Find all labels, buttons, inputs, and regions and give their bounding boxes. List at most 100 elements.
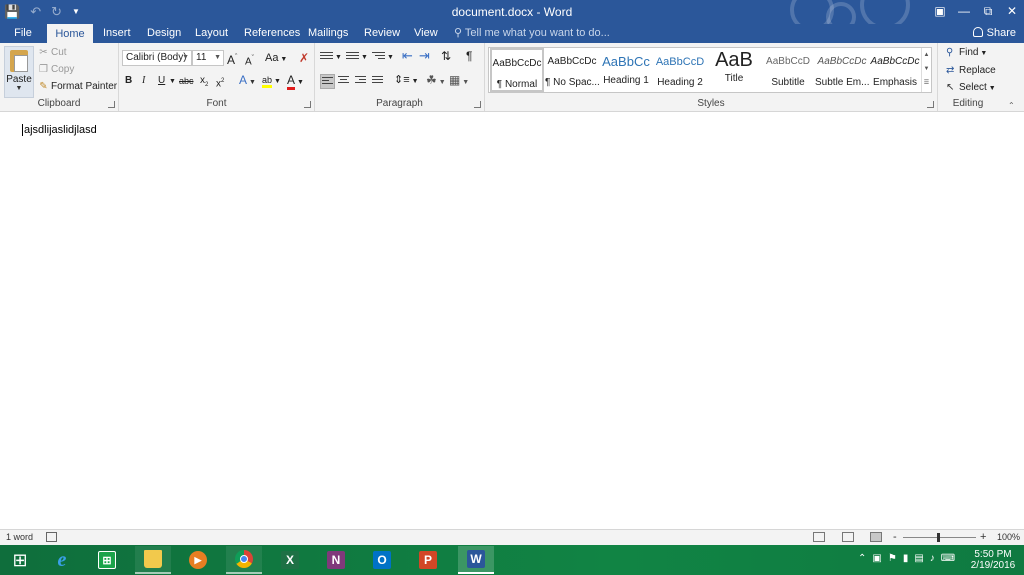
format-painter-button[interactable]: ✎ Format Painter	[38, 81, 117, 92]
style-emphasis[interactable]: AaBbCcDc Emphasis	[869, 48, 921, 92]
taskbar-word[interactable]: W	[458, 546, 494, 574]
tab-review[interactable]: Review	[364, 24, 400, 43]
align-left-icon[interactable]	[320, 74, 335, 89]
chevron-down-icon[interactable]: ▼	[361, 51, 368, 65]
cut-button[interactable]: ✂ Cut	[38, 47, 66, 58]
chevron-down-icon[interactable]: ▼	[335, 51, 342, 65]
styles-gallery-scroll[interactable]: ▲ ▼ ☰	[921, 48, 931, 92]
replace-button[interactable]: ⇄ Replace	[946, 65, 996, 76]
style-normal[interactable]: AaBbCcDc ¶ Normal	[490, 48, 544, 92]
grow-font-button[interactable]: Aˆ	[227, 51, 237, 67]
tab-mailings[interactable]: Mailings	[308, 24, 348, 43]
print-layout-icon[interactable]	[842, 532, 854, 542]
minimize-icon[interactable]: —	[952, 0, 976, 24]
tell-me-box[interactable]: ⚲ Tell me what you want to do...	[454, 24, 610, 42]
flag-icon[interactable]: ⚑	[888, 553, 897, 564]
dialog-launcher-icon[interactable]	[108, 101, 115, 108]
superscript-button[interactable]: x2	[216, 74, 224, 91]
more-styles-icon[interactable]: ☰	[922, 76, 931, 90]
paste-button[interactable]: Paste ▼	[4, 46, 34, 98]
taskbar-chrome[interactable]	[226, 546, 262, 574]
chevron-up-icon[interactable]: ▲	[922, 48, 931, 62]
style-subtitle[interactable]: AaBbCcD Subtitle	[761, 48, 815, 92]
chevron-down-icon[interactable]: ▼	[387, 51, 394, 65]
zoom-in-button[interactable]: +	[980, 531, 986, 543]
tab-insert[interactable]: Insert	[103, 24, 131, 43]
decrease-indent-icon[interactable]: ⇤	[402, 49, 413, 63]
change-case-button[interactable]: Aa ▼	[265, 51, 287, 67]
bold-button[interactable]: B	[125, 74, 132, 88]
tab-home[interactable]: Home	[47, 24, 93, 43]
increase-indent-icon[interactable]: ⇥	[419, 49, 430, 63]
dialog-launcher-icon[interactable]	[474, 101, 481, 108]
style-title[interactable]: AaB Title	[707, 48, 761, 92]
style-no-spacing[interactable]: AaBbCcDc ¶ No Spac...	[545, 48, 599, 92]
dialog-launcher-icon[interactable]	[304, 101, 311, 108]
show-hidden-icons-icon[interactable]: ⌃	[858, 553, 866, 564]
read-mode-icon[interactable]	[813, 532, 825, 542]
dialog-launcher-icon[interactable]	[927, 101, 934, 108]
chevron-down-icon[interactable]: ▼	[922, 62, 931, 76]
taskbar-internet-explorer[interactable]: e	[44, 546, 80, 574]
taskbar-outlook[interactable]: O	[364, 546, 400, 574]
style-heading-1[interactable]: AaBbCc Heading 1	[599, 48, 653, 92]
tab-file[interactable]: File	[6, 24, 40, 43]
volume-icon[interactable]: ♪	[930, 553, 935, 564]
text-effects-button[interactable]: A ▼	[239, 73, 256, 90]
chevron-down-icon[interactable]: ▼	[169, 75, 176, 89]
document-text[interactable]: ajsdlijaslidjlasd	[22, 124, 97, 136]
align-right-icon[interactable]	[355, 76, 366, 86]
action-center-icon[interactable]: ▣	[872, 553, 881, 564]
keyboard-icon[interactable]: ⌨	[941, 553, 955, 564]
highlight-button[interactable]: ab ▼	[262, 73, 281, 89]
numbering-icon[interactable]	[346, 52, 359, 62]
ribbon-display-icon[interactable]: ▣	[928, 0, 952, 24]
zoom-slider-thumb[interactable]	[937, 533, 940, 542]
taskbar-media-player[interactable]: ▶	[180, 546, 216, 574]
network-icon[interactable]: ▤	[914, 553, 923, 564]
style-heading-2[interactable]: AaBbCcD Heading 2	[653, 48, 707, 92]
battery-icon[interactable]: ▮	[903, 553, 909, 564]
proofing-icon[interactable]	[46, 532, 57, 542]
subscript-button[interactable]: x2	[200, 74, 208, 92]
tab-references[interactable]: References	[244, 24, 300, 43]
start-button[interactable]: ⊞	[2, 546, 38, 574]
sort-icon[interactable]: ⇅	[441, 49, 451, 63]
word-count[interactable]: 1 word	[6, 532, 33, 542]
shrink-font-button[interactable]: Aˇ	[245, 52, 254, 69]
strikethrough-button[interactable]: abc	[179, 74, 194, 88]
share-button[interactable]: Share	[972, 24, 1016, 42]
underline-button[interactable]: U	[158, 74, 165, 88]
copy-button[interactable]: ❐ Copy	[38, 64, 74, 75]
tab-view[interactable]: View	[414, 24, 438, 43]
shading-icon[interactable]: ☘ ▼	[426, 73, 446, 90]
find-button[interactable]: ⚲ Find ▼	[946, 47, 987, 58]
style-subtle-emphasis[interactable]: AaBbCcDc Subtle Em...	[815, 48, 869, 92]
justify-icon[interactable]	[372, 76, 383, 86]
zoom-percent[interactable]: 100%	[997, 532, 1020, 542]
taskbar-excel[interactable]: X	[272, 546, 308, 574]
clear-formatting-icon[interactable]: ✗	[299, 51, 309, 65]
taskbar-file-explorer[interactable]	[135, 546, 171, 574]
taskbar-store[interactable]: ⊞	[89, 546, 125, 574]
line-spacing-icon[interactable]: ⇕≡ ▼	[394, 73, 419, 89]
restore-icon[interactable]: ⧉	[976, 0, 1000, 24]
taskbar-powerpoint[interactable]: P	[410, 546, 446, 574]
collapse-ribbon-icon[interactable]: ⌃	[1008, 99, 1015, 113]
close-icon[interactable]: ✕	[1000, 0, 1024, 24]
web-layout-icon[interactable]	[870, 532, 882, 542]
align-center-icon[interactable]	[338, 76, 349, 86]
font-name-dropdown[interactable]: Calibri (Body) ▼	[122, 50, 192, 66]
bullets-icon[interactable]	[320, 52, 333, 62]
tab-design[interactable]: Design	[147, 24, 181, 43]
font-size-dropdown[interactable]: 11 ▼	[192, 50, 224, 66]
italic-button[interactable]: I	[142, 74, 145, 88]
tab-layout[interactable]: Layout	[195, 24, 228, 43]
font-color-button[interactable]: A ▼	[287, 73, 304, 90]
borders-icon[interactable]: ▦ ▼	[449, 73, 469, 90]
taskbar-clock[interactable]: 5:50 PM 2/19/2016	[966, 549, 1020, 571]
show-marks-button[interactable]: ¶	[466, 49, 472, 63]
select-button[interactable]: ↖ Select ▼	[946, 82, 996, 93]
taskbar-onenote[interactable]: N	[318, 546, 354, 574]
document-area[interactable]: ajsdlijaslidjlasd	[0, 112, 1024, 529]
